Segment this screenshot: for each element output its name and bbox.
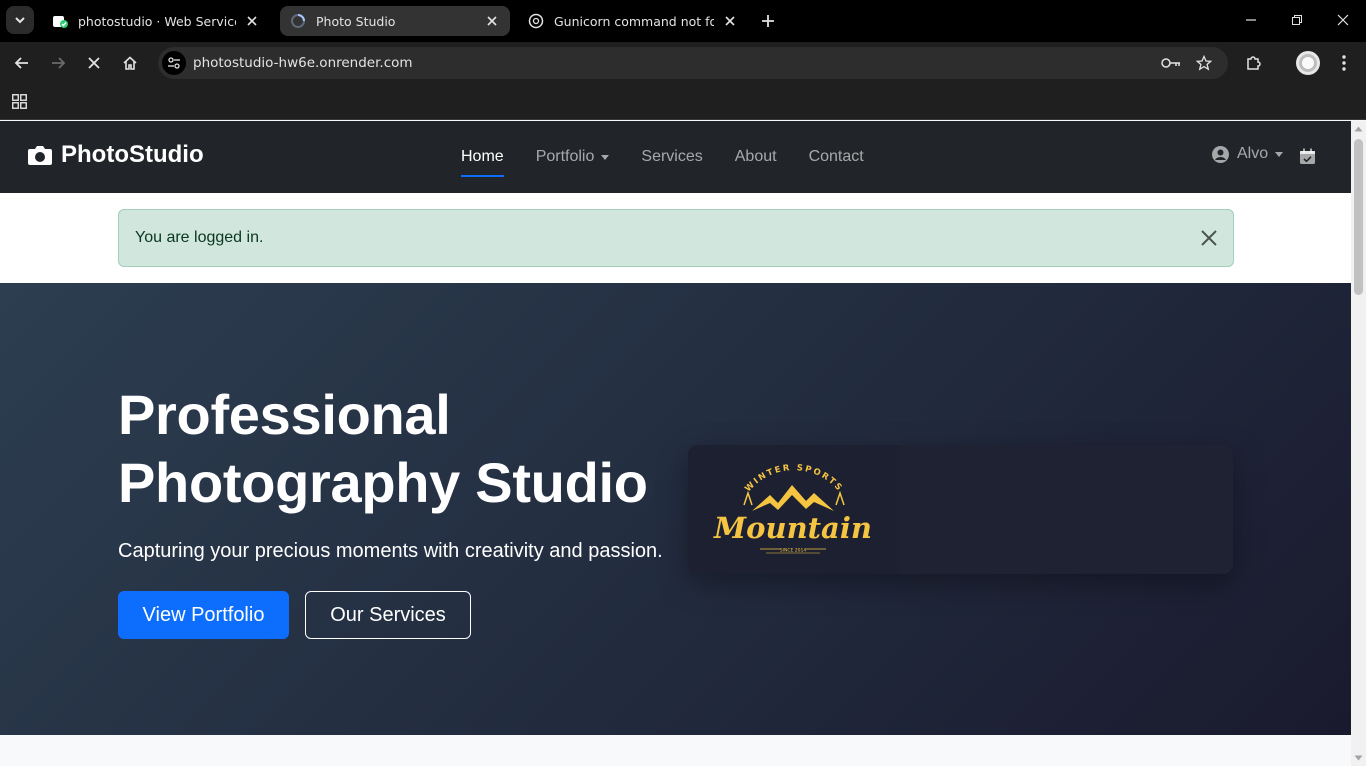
scroll-up-icon[interactable] (1354, 124, 1363, 133)
tab-photo-studio[interactable]: Photo Studio (280, 6, 510, 36)
puzzle-icon (1247, 56, 1261, 70)
minimize-icon (1246, 19, 1256, 21)
chevron-down-icon (15, 17, 25, 24)
hero-section: Professional Photography Studio Capturin… (0, 283, 1351, 735)
password-key-icon[interactable] (1161, 53, 1181, 73)
tab-label: Gunicorn command not found (554, 13, 714, 29)
nav-links: Home Portfolio Services About Contact (445, 121, 880, 193)
home-icon (123, 56, 137, 70)
back-button[interactable] (8, 49, 36, 77)
close-icon (88, 57, 100, 69)
user-name: Alvo (1237, 145, 1269, 162)
arrow-right-icon (52, 57, 66, 69)
nav-home-label: Home (461, 148, 504, 165)
render-favicon-icon (52, 13, 68, 29)
close-icon[interactable] (722, 13, 738, 29)
profile-avatar[interactable] (1294, 49, 1322, 77)
nav-about-label: About (734, 148, 777, 165)
close-icon[interactable] (484, 13, 500, 29)
calendar-check-icon[interactable] (1299, 148, 1316, 165)
our-services-button[interactable]: Our Services (305, 591, 471, 639)
alert-message: You are logged in. (135, 229, 264, 246)
nav-portfolio-label: Portfolio (535, 148, 595, 165)
hero-lead: Capturing your precious moments with cre… (118, 540, 663, 562)
extensions-button[interactable] (1240, 49, 1268, 77)
nav-portfolio[interactable]: Portfolio (520, 121, 626, 193)
caret-down-icon (601, 154, 610, 160)
tab-label: photostudio · Web Service · Re (78, 13, 236, 29)
home-button[interactable] (116, 49, 144, 77)
nav-contact-label: Contact (808, 148, 864, 165)
stop-loading-button[interactable] (80, 49, 108, 77)
svg-text:Mountain: Mountain (713, 511, 872, 545)
openai-favicon-icon (528, 13, 544, 29)
camera-icon (28, 146, 52, 165)
restore-icon (1292, 15, 1302, 25)
nav-about[interactable]: About (719, 121, 793, 193)
avatar-icon (1296, 51, 1320, 75)
kebab-menu-icon (1342, 55, 1346, 71)
bookmarks-bar (0, 84, 1366, 120)
user-dropdown[interactable]: Alvo (1212, 145, 1284, 163)
arrow-left-icon (14, 57, 28, 69)
hero-title: Professional Photography Studio (118, 383, 648, 514)
site-info-button[interactable] (162, 51, 186, 75)
page-scrollbar[interactable] (1351, 121, 1366, 766)
page-viewport: PhotoStudio Home Portfolio Services Abou… (0, 121, 1351, 766)
brand-link[interactable]: PhotoStudio (27, 141, 204, 169)
new-tab-button[interactable] (755, 8, 781, 34)
browser-toolbar: photostudio-hw6e.onrender.com (0, 42, 1366, 84)
nav-services-label: Services (641, 148, 703, 165)
tab-render-dashboard[interactable]: photostudio · Web Service · Re (42, 6, 270, 36)
plus-icon (762, 15, 774, 27)
svg-text:SINCE 2014: SINCE 2014 (780, 548, 807, 554)
tab-gunicorn[interactable]: Gunicorn command not found (518, 6, 748, 36)
view-portfolio-button[interactable]: View Portfolio (118, 591, 289, 639)
browser-tab-bar: photostudio · Web Service · Re Photo Stu… (0, 0, 1366, 42)
site-navbar: PhotoStudio Home Portfolio Services Abou… (0, 121, 1351, 193)
address-bar[interactable]: photostudio-hw6e.onrender.com (158, 47, 1228, 79)
nav-contact[interactable]: Contact (793, 121, 880, 193)
bookmark-star-icon[interactable] (1194, 53, 1214, 73)
nav-home[interactable]: Home (445, 121, 520, 193)
window-close-button[interactable] (1320, 0, 1366, 40)
success-alert: You are logged in. (118, 209, 1234, 267)
forward-button[interactable] (44, 49, 72, 77)
close-icon (1337, 14, 1349, 26)
close-icon[interactable] (244, 13, 260, 29)
scrollbar-thumb[interactable] (1354, 139, 1363, 295)
apps-grid-icon[interactable] (12, 94, 27, 114)
scroll-down-icon[interactable] (1354, 753, 1363, 762)
mountain-logo-image: WINTER SPORTS Mountain SINCE 2014 (688, 445, 900, 574)
nav-services[interactable]: Services (625, 121, 718, 193)
menu-button[interactable] (1330, 49, 1358, 77)
hero-image-card: WINTER SPORTS Mountain SINCE 2014 (688, 445, 1233, 574)
url-text[interactable]: photostudio-hw6e.onrender.com (193, 55, 413, 71)
tab-search-button[interactable] (6, 6, 34, 34)
tab-label: Photo Studio (316, 13, 396, 29)
user-circle-icon (1212, 145, 1229, 163)
loading-spinner-icon (290, 13, 306, 29)
close-icon[interactable] (1199, 228, 1219, 248)
tune-icon (168, 57, 180, 69)
messages-area: You are logged in. (0, 193, 1351, 283)
next-section (0, 735, 1351, 766)
caret-down-icon (1275, 151, 1284, 157)
restore-button[interactable] (1274, 0, 1320, 40)
minimize-button[interactable] (1228, 0, 1274, 40)
brand-name: PhotoStudio (61, 141, 204, 168)
